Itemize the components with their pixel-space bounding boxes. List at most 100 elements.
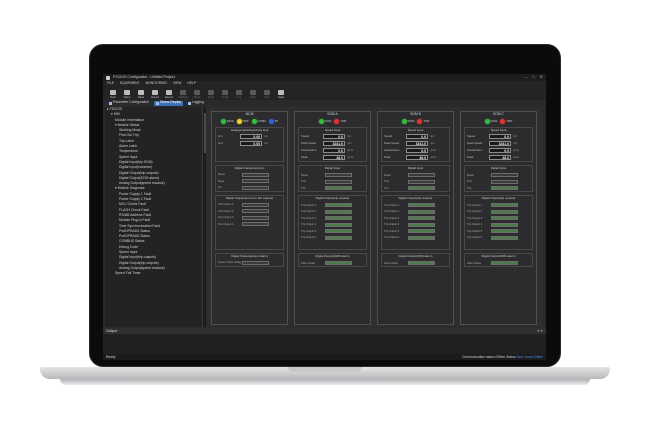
app-window: FSCIOS Configurator - Untitled Project –… (103, 74, 546, 360)
toolbar-stop-button[interactable]: Stop (261, 89, 273, 99)
value-label: AI 1 (218, 134, 223, 139)
input-label: Trip (467, 186, 472, 190)
value-section: Analog Inputs/Selectivity look AI 1 0.00 mA… (215, 127, 284, 162)
panel-title: SOM B (410, 112, 421, 116)
status-led: TRIP (236, 119, 249, 124)
output-label: Trip Output 6 (467, 236, 483, 240)
status-bar: Ready Communication status:Offline Statu… (103, 354, 546, 360)
app-logo-icon (106, 75, 110, 80)
status-text: Ready (106, 355, 116, 359)
status-led: PASS (401, 119, 415, 124)
module-panel-mcm: MCM PASS TRIP COMM RT Analog Inputs/Selectivi… (211, 111, 288, 325)
toolbar-log-button[interactable]: Log (233, 89, 245, 99)
input-label: Reset (467, 173, 474, 177)
led-indicator-icon (500, 119, 506, 124)
value-label: Speed (467, 134, 476, 139)
toolbar-start-button[interactable]: Start (247, 89, 259, 99)
tree-scrollbar[interactable] (203, 107, 206, 327)
toolbar-validate-button[interactable]: Validate (177, 89, 189, 99)
menu-help[interactable]: HELP (187, 81, 196, 86)
toolbar-export-button[interactable]: Export (163, 89, 175, 99)
status-led: PASS (318, 119, 332, 124)
value-unit: rpm (513, 142, 518, 146)
led-indicator-icon (484, 119, 490, 124)
tree-item[interactable]: Speed Fail Timer (105, 271, 202, 276)
value-label: Speed (301, 134, 310, 139)
toolbar-help-button[interactable]: Help (275, 89, 287, 99)
value-row: Acceleration 0.0 rpm/s (299, 147, 366, 154)
input-row: Trip (382, 185, 449, 192)
output-state-indicator (242, 222, 269, 227)
value-unit: rpm/s (347, 149, 354, 153)
alarm-row: System Alarm Relay (216, 259, 283, 266)
led-label: PASS (324, 119, 332, 123)
output-label: Test Output 3 (218, 216, 234, 220)
tab-status-display[interactable]: Status Display (153, 100, 183, 106)
status-led: PASS (220, 119, 234, 124)
led-row: PASS TRIP (378, 119, 453, 124)
tab-icon (188, 101, 191, 105)
output-label: Trip Output 2 (467, 210, 483, 214)
value-readout: 48.0 (323, 155, 345, 161)
led-label: TRIP (242, 119, 249, 123)
status-led: TRIP (334, 119, 346, 124)
alarm-label: Alarm Relay (467, 261, 482, 265)
value-readout: 0.0 (489, 134, 511, 140)
input-state-indicator (325, 173, 352, 178)
led-indicator-icon (220, 119, 226, 124)
input-row: Trip (299, 185, 366, 192)
value-readout: 0.0 (406, 148, 428, 154)
led-indicator-icon (268, 119, 274, 124)
output-label: Trip Output 1 (384, 203, 400, 207)
menu-equipment[interactable]: EQUIPMENT (120, 81, 140, 86)
toolbar-label: Stop (264, 94, 270, 99)
output-label: Trip Output 5 (301, 229, 317, 233)
value-section: Speed Input Speed 0.0 rpm Peak Speed 3241.0 rp… (464, 127, 533, 163)
output-state-indicator (491, 229, 518, 234)
tab-label: Status Display (159, 100, 181, 105)
digital-input-section: Digital Input Reset Test Trip (381, 165, 450, 193)
toolbar-open-button[interactable]: Open (121, 89, 133, 99)
output-state-indicator (325, 216, 352, 221)
tab-icon (155, 101, 159, 105)
alarm-label: Alarm Relay (301, 261, 316, 265)
output-state-indicator (242, 202, 269, 207)
toolbar-read-button[interactable]: Read (191, 89, 203, 99)
led-indicator-icon (401, 119, 407, 124)
toolbar-label: Write (207, 94, 215, 99)
toolbar-new-button[interactable]: New (107, 89, 119, 99)
toolbar-save-button[interactable]: Save (135, 89, 147, 99)
tab-label: Logging (192, 100, 204, 105)
digital-output-section: Digital Outputs(common Set outputs) Test … (215, 194, 284, 250)
close-button[interactable]: ✕ (540, 74, 543, 80)
menu-monitoring[interactable]: MONITORING (146, 81, 167, 86)
toolbar-verify-button[interactable]: Verify (219, 89, 231, 99)
toolbar-import-button[interactable]: Import (149, 89, 161, 99)
value-readout: 0.00 (240, 141, 262, 147)
input-state-indicator (491, 179, 518, 184)
tab-logging[interactable]: Logging (186, 100, 206, 106)
value-unit: rpm/s (430, 149, 437, 153)
value-unit: rpm/s (513, 156, 520, 160)
minimize-button[interactable]: – (525, 74, 527, 80)
menu-file[interactable]: FILE (107, 81, 114, 86)
value-readout: 0.0 (489, 148, 511, 154)
alarm-label: System Alarm Relay (218, 261, 242, 265)
led-indicator-icon (236, 119, 242, 124)
save-local-link[interactable]: Save Local Offline (516, 355, 543, 359)
maximize-button[interactable]: □ (532, 74, 534, 80)
laptop-shadow (60, 379, 590, 385)
input-label: Trip (301, 186, 306, 190)
menu-view[interactable]: VIEW (173, 81, 181, 86)
digital-input-section: Digital Input Reset Test Trip (298, 165, 367, 193)
toolbar-write-button[interactable]: Write (205, 89, 217, 99)
module-panel-som-a: SOM A PASS TRIP Speed Input Speed 0.0 rpm Peak … (294, 111, 371, 325)
tab-parameter-configuration[interactable]: Parameter Configuration (107, 100, 151, 106)
led-row: PASS TRIP COMM RT (212, 119, 287, 124)
panel-title: SOM C (493, 112, 504, 116)
led-label: PASS (407, 119, 415, 123)
value-unit: mA (264, 135, 268, 139)
output-state-indicator (325, 222, 352, 227)
window-title: FSCIOS Configurator - Untitled Project (113, 75, 175, 80)
value-label: Peak (301, 155, 308, 160)
